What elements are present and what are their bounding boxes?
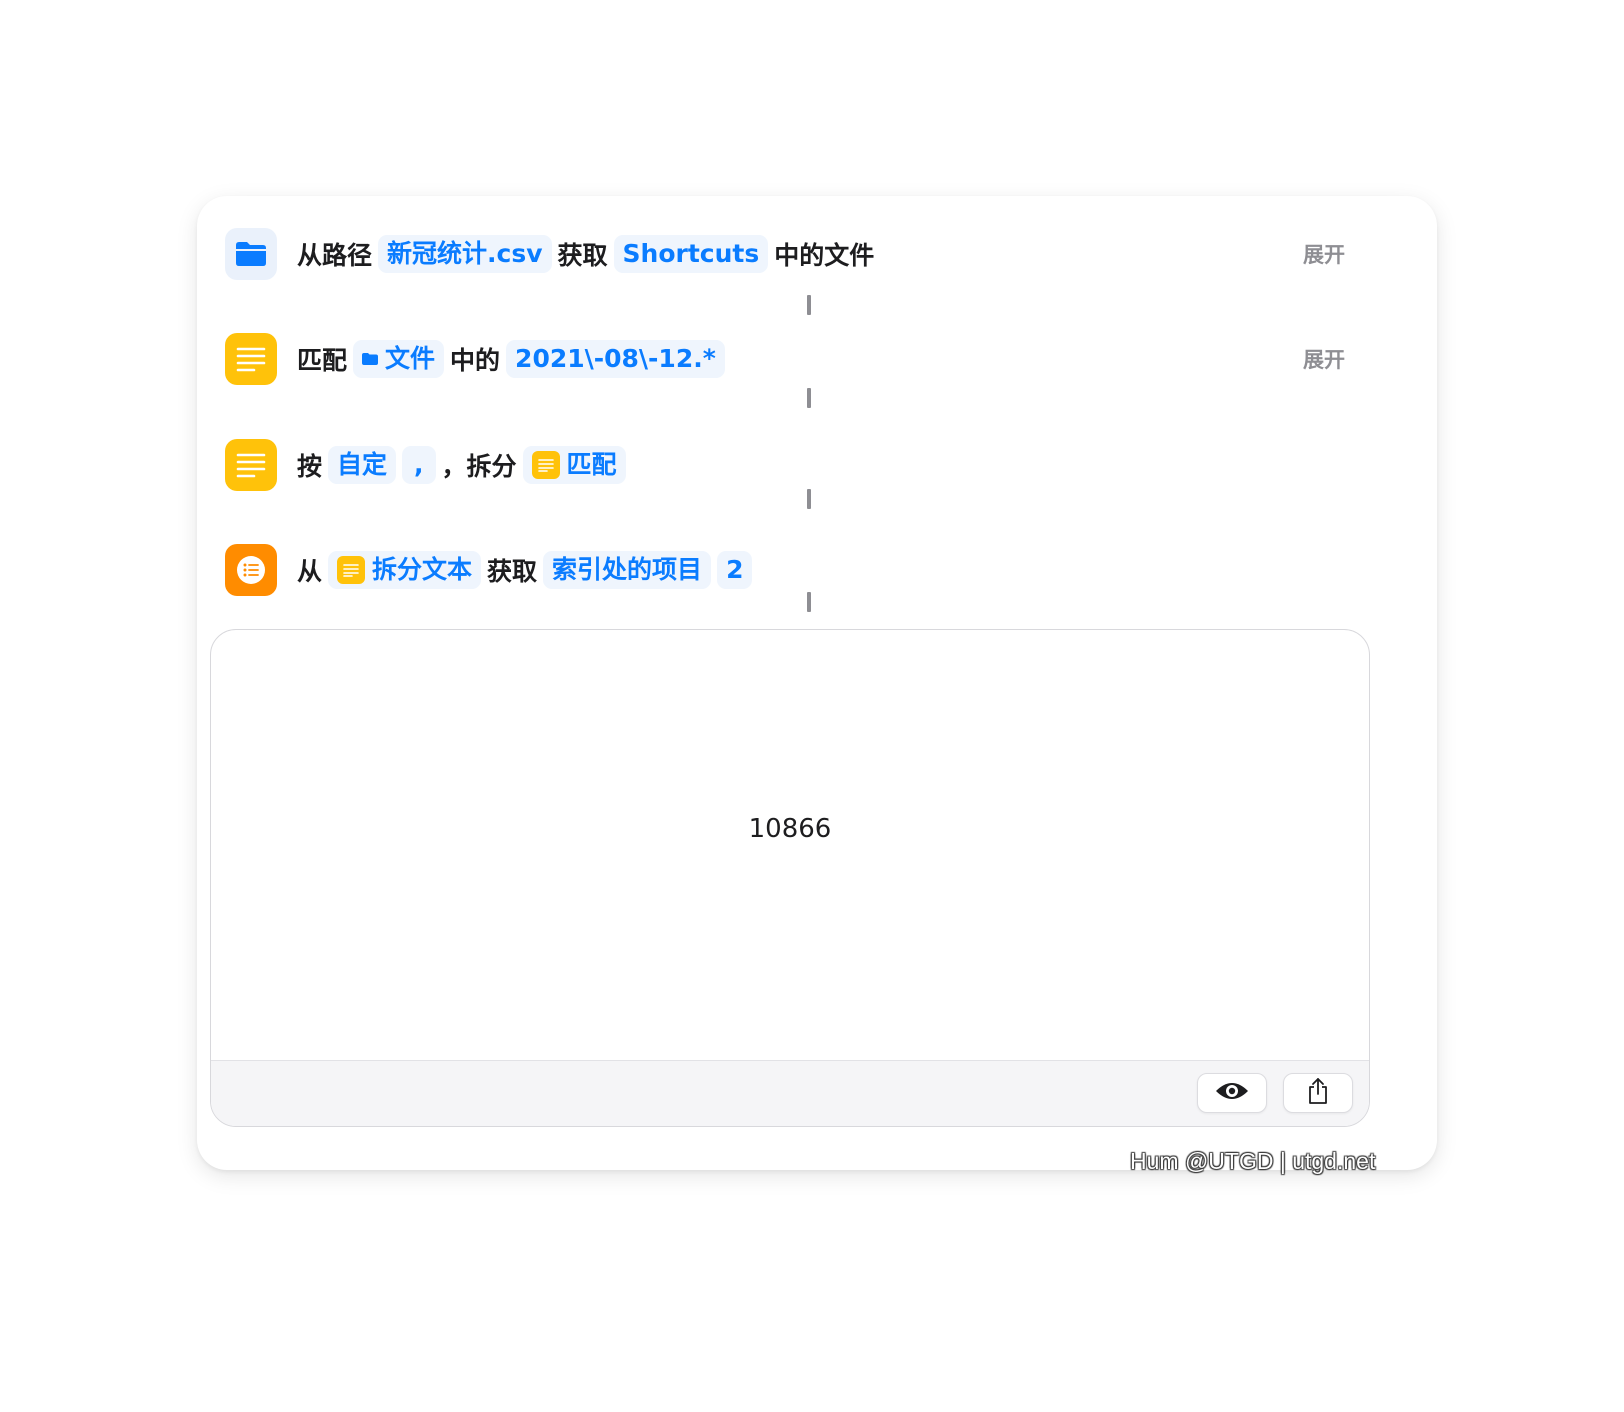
input-variable-label: 文件 — [385, 344, 436, 373]
action-word: 从 — [297, 557, 323, 586]
flow-connector — [807, 388, 811, 408]
folder-icon — [225, 228, 277, 280]
result-panel: 10866 — [210, 629, 1370, 1127]
text-lines-icon — [225, 439, 277, 491]
action-match-text[interactable]: 匹配 文件 中的 2021\-08\-12.* 展开 — [211, 317, 1417, 401]
action-word: 从路径 — [297, 241, 373, 270]
action-word: 中的文件 — [774, 241, 875, 270]
action-get-item-from-list[interactable]: 从 拆分文本 获取 索引处的项目 2 — [211, 528, 1417, 612]
input-variable-label: 匹配 — [566, 450, 617, 479]
list-icon — [225, 544, 277, 596]
input-variable-token[interactable]: 匹配 — [522, 446, 626, 484]
action-word: 匹配 — [297, 346, 348, 375]
quicklook-button[interactable] — [1197, 1073, 1267, 1113]
file-path-token[interactable]: 新冠统计.csv — [378, 235, 552, 273]
folder-icon — [362, 353, 379, 365]
index-token[interactable]: 2 — [717, 551, 753, 589]
input-variable-token[interactable]: 拆分文本 — [328, 551, 482, 589]
separator-value-token[interactable]: , — [402, 446, 436, 484]
action-get-item-content: 从 拆分文本 获取 索引处的项目 2 — [297, 528, 758, 612]
flow-connector — [807, 295, 811, 315]
action-word: 获取 — [487, 557, 538, 586]
expand-button[interactable]: 展开 — [1303, 317, 1345, 401]
action-match-text-content: 匹配 文件 中的 2021\-08\-12.* — [297, 317, 731, 401]
separator-mode-token[interactable]: 自定 — [328, 446, 397, 484]
watermark: Hum @UTGD | utgd.net — [1130, 1148, 1376, 1174]
input-variable-token[interactable]: 文件 — [353, 340, 445, 378]
flow-connector — [807, 489, 811, 509]
result-toolbar — [211, 1060, 1369, 1126]
action-word: 中的 — [450, 346, 501, 375]
input-variable-label: 拆分文本 — [372, 555, 473, 584]
expand-button[interactable]: 展开 — [1303, 212, 1345, 296]
regex-pattern-token[interactable]: 2021\-08\-12.* — [506, 340, 725, 378]
action-split-text[interactable]: 按 自定 , ，拆分 匹配 — [211, 423, 1417, 507]
eye-icon — [1214, 1080, 1250, 1106]
action-word: ，拆分 — [441, 452, 517, 481]
result-value: 10866 — [748, 814, 832, 844]
action-word: 按 — [297, 452, 323, 481]
flow-connector — [807, 592, 811, 612]
text-lines-icon — [531, 451, 560, 479]
share-icon — [1306, 1077, 1330, 1109]
action-split-text-content: 按 自定 , ，拆分 匹配 — [297, 423, 632, 507]
share-button[interactable] — [1283, 1073, 1353, 1113]
action-get-file-content: 从路径 新冠统计.csv 获取 Shortcuts 中的文件 — [297, 212, 880, 296]
action-word: 获取 — [557, 241, 608, 270]
folder-location-token[interactable]: Shortcuts — [613, 235, 769, 273]
shortcut-editor-card: 从路径 新冠统计.csv 获取 Shortcuts 中的文件 展开 匹配 文件 … — [197, 196, 1437, 1170]
item-mode-token[interactable]: 索引处的项目 — [543, 551, 712, 589]
action-get-file[interactable]: 从路径 新冠统计.csv 获取 Shortcuts 中的文件 展开 — [211, 212, 1417, 296]
text-lines-icon — [337, 556, 366, 584]
text-lines-icon — [225, 333, 277, 385]
